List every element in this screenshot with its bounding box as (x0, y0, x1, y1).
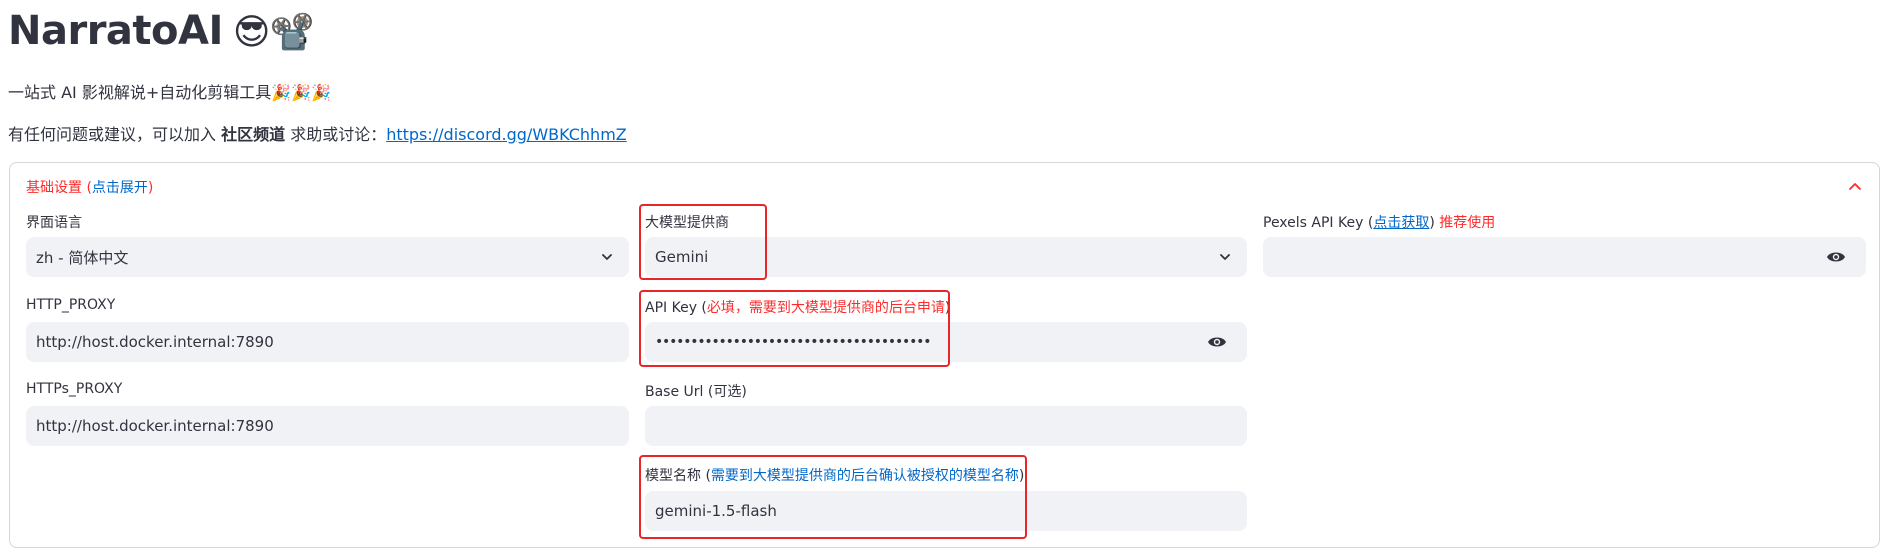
eye-icon[interactable] (1207, 334, 1227, 350)
http-proxy-value: http://host.docker.internal:7890 (36, 333, 274, 351)
help-prefix: 有任何问题或建议，可以加入 (8, 125, 222, 144)
llm-provider-value: Gemini (655, 248, 709, 266)
expander-header[interactable]: 基础设置 (点击展开) (26, 177, 153, 197)
ui-language-select[interactable]: zh - 简体中文 (26, 237, 629, 277)
pexels-key-paren-open: ( (1363, 215, 1374, 231)
title-emoji: 😎📽️ (232, 12, 315, 53)
chevron-up-icon[interactable] (1847, 179, 1863, 195)
model-name-input[interactable]: gemini-1.5-flash (645, 491, 1247, 531)
model-name-value: gemini-1.5-flash (655, 502, 777, 520)
ui-language-label: 界面语言 (26, 215, 82, 231)
help-middle: 求助或讨论： (285, 125, 387, 144)
llm-provider-select[interactable]: Gemini (645, 237, 1247, 277)
model-name-label: 模型名称 (需要到大模型提供商的后台确认被授权的模型名称) (645, 465, 1024, 485)
api-key-paren-open: ( (696, 300, 707, 316)
api-key-label-text: API Key (645, 300, 697, 316)
pexels-key-label: Pexels API Key (点击获取) 推荐使用 (1263, 212, 1495, 232)
help-community: 社区频道 (221, 125, 286, 144)
expander-title: 基础设置 (26, 180, 82, 196)
model-name-hint: 需要到大模型提供商的后台确认被授权的模型名称 (710, 468, 1019, 484)
pexels-key-input[interactable] (1263, 237, 1866, 277)
http-proxy-input[interactable]: http://host.docker.internal:7890 (26, 322, 629, 362)
api-key-label: API Key (必填，需要到大模型提供商的后台申请) (645, 297, 950, 317)
https-proxy-value: http://host.docker.internal:7890 (36, 417, 274, 435)
app-title: NarratoAI 😎📽️ (8, 8, 315, 54)
base-url-input[interactable] (645, 406, 1247, 446)
eye-icon[interactable] (1826, 249, 1846, 265)
api-key-paren-close: ) (944, 300, 951, 316)
base-url-label: Base Url (可选) (645, 384, 747, 400)
https-proxy-input[interactable]: http://host.docker.internal:7890 (26, 406, 629, 446)
discord-link[interactable]: https://discord.gg/WBKChhmZ (386, 125, 627, 144)
model-name-paren-close: ) (1018, 468, 1025, 484)
pexels-recommend: 推荐使用 (1434, 215, 1496, 231)
llm-provider-label: 大模型提供商 (645, 215, 729, 231)
help-line: 有任何问题或建议，可以加入 社区频道 求助或讨论：https://discord… (8, 121, 627, 145)
https-proxy-label: HTTPs_PROXY (26, 381, 123, 397)
app-subtitle: 一站式 AI 影视解说+自动化剪辑工具🎉🎉🎉 (8, 83, 332, 102)
pexels-get-link[interactable]: 点击获取 (1373, 215, 1429, 231)
api-key-input[interactable]: ••••••••••••••••••••••••••••••••••••••• (645, 322, 1247, 362)
model-name-label-text: 模型名称 (645, 468, 701, 484)
ui-language-value: zh - 简体中文 (36, 248, 129, 267)
model-name-paren-open: ( (701, 468, 711, 484)
api-key-value: ••••••••••••••••••••••••••••••••••••••• (655, 334, 931, 350)
expander-action: 点击展开 (91, 180, 148, 196)
chevron-down-icon (602, 254, 612, 260)
chevron-down-icon (1220, 254, 1230, 260)
expander-paren-open: ( (82, 180, 92, 196)
app-title-text: NarratoAI (8, 8, 223, 54)
expander-paren-close: ) (147, 180, 154, 196)
pexels-key-label-text: Pexels API Key (1263, 215, 1364, 231)
api-key-hint: 必填，需要到大模型提供商的后台申请 (706, 300, 945, 316)
http-proxy-label: HTTP_PROXY (26, 297, 116, 313)
